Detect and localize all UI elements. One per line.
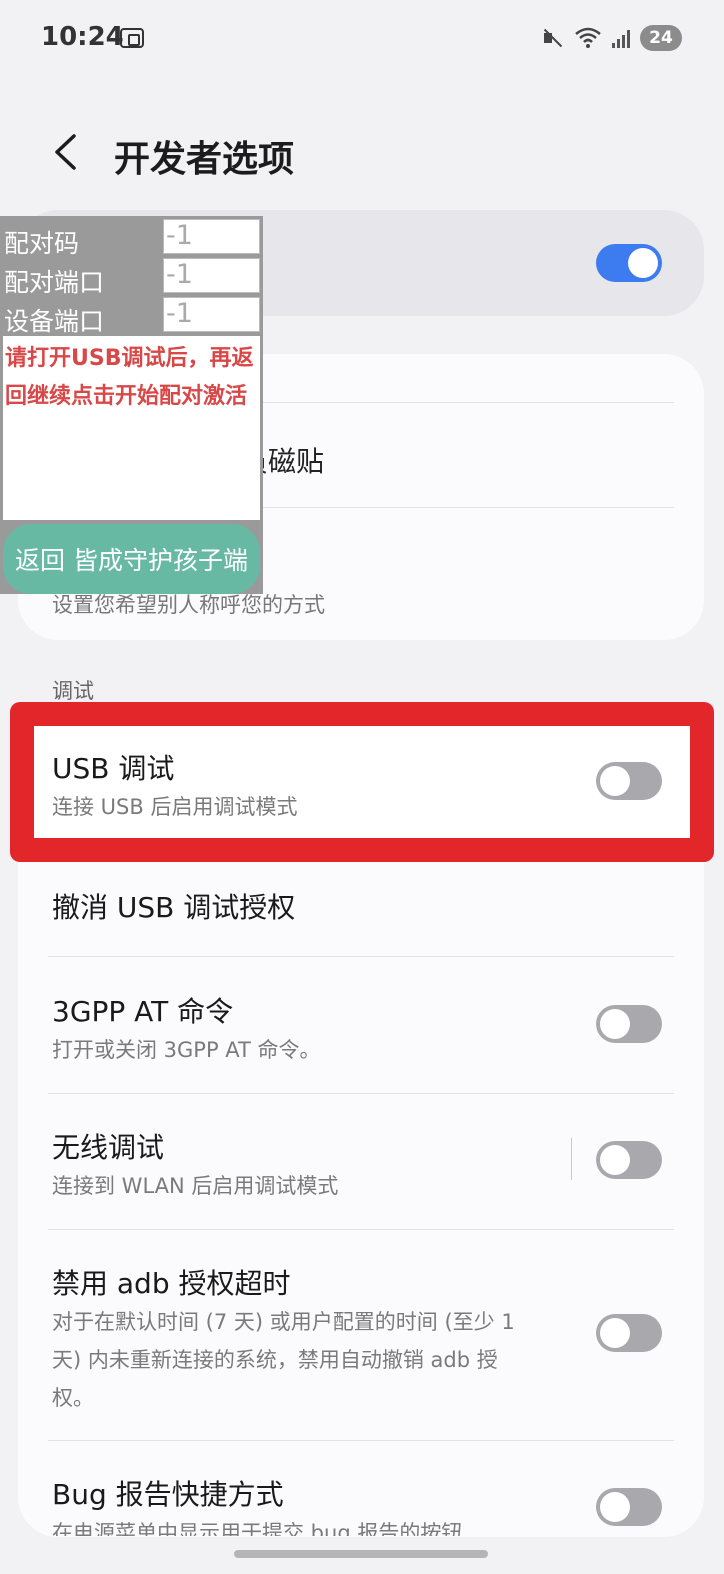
pairing-message-box: 请打开USB调试后，再返回继续点击开始配对激活 bbox=[3, 336, 260, 520]
at-commands-title[interactable]: 3GPP AT 命令 bbox=[52, 990, 233, 1030]
page-title: 开发者选项 bbox=[114, 139, 295, 180]
divider bbox=[48, 956, 674, 957]
device-port-label: 设备端口 bbox=[4, 307, 105, 336]
mute-icon bbox=[540, 26, 564, 50]
vertical-separator bbox=[571, 1138, 572, 1180]
usb-debugging-subtitle: 连接 USB 后启用调试模式 bbox=[52, 795, 298, 819]
home-indicator[interactable] bbox=[234, 1550, 488, 1558]
screenshot-icon bbox=[120, 28, 144, 48]
status-icons: 24 bbox=[540, 24, 682, 52]
adb-timeout-subtitle-line-3: 权。 bbox=[52, 1386, 94, 1410]
status-time: 10:24 bbox=[41, 22, 124, 52]
pair-port-label: 配对端口 bbox=[4, 268, 105, 297]
wireless-debugging-title[interactable]: 无线调试 bbox=[52, 1126, 164, 1166]
adb-timeout-subtitle-line-2: 天) 内未重新连接的系统，禁用自动撤销 adb 授 bbox=[52, 1348, 498, 1372]
pair-code-label: 配对码 bbox=[4, 229, 80, 258]
usb-debugging-toggle[interactable] bbox=[596, 762, 662, 800]
divider bbox=[48, 1440, 674, 1441]
divider bbox=[48, 1229, 674, 1230]
return-to-app-button[interactable]: 返回 皆成守护孩子端 bbox=[3, 524, 260, 594]
battery-indicator: 24 bbox=[640, 25, 682, 51]
section-label-debugging: 调试 bbox=[52, 679, 94, 703]
at-commands-subtitle: 打开或关闭 3GPP AT 命令。 bbox=[52, 1038, 321, 1062]
adb-timeout-subtitle-line-1: 对于在默认时间 (7 天) 或用户配置的时间 (至少 1 bbox=[52, 1310, 515, 1334]
pairing-overlay-panel: 配对码 -1 配对端口 -1 设备端口 -1 请打开USB调试后，再返回继续点击… bbox=[0, 216, 263, 594]
divider bbox=[48, 1093, 674, 1094]
developer-options-toggle[interactable] bbox=[596, 244, 662, 282]
adb-timeout-title[interactable]: 禁用 adb 授权超时 bbox=[52, 1262, 291, 1302]
pair-port-input[interactable]: -1 bbox=[163, 258, 260, 293]
usb-debugging-title: USB 调试 bbox=[52, 752, 175, 785]
device-port-input[interactable]: -1 bbox=[163, 297, 260, 332]
toggle-knob bbox=[628, 248, 658, 278]
bug-report-shortcut-title[interactable]: Bug 报告快捷方式 bbox=[52, 1473, 284, 1513]
at-commands-toggle[interactable] bbox=[596, 1005, 662, 1043]
signal-icon bbox=[612, 28, 630, 48]
wireless-debugging-toggle[interactable] bbox=[596, 1141, 662, 1179]
status-bar: 10:24 24 bbox=[0, 0, 724, 76]
back-arrow-icon[interactable] bbox=[52, 133, 78, 171]
pair-code-input[interactable]: -1 bbox=[163, 219, 260, 254]
bug-report-shortcut-subtitle: 在电源菜单中显示用于提交 bug 报告的按钮 bbox=[52, 1521, 463, 1536]
wifi-icon bbox=[575, 27, 601, 48]
wireless-debugging-subtitle: 连接到 WLAN 后启用调试模式 bbox=[52, 1174, 339, 1198]
bug-report-shortcut-toggle[interactable] bbox=[596, 1488, 662, 1526]
adb-timeout-toggle[interactable] bbox=[596, 1314, 662, 1352]
revoke-usb-debugging-item[interactable]: 撤消 USB 调试授权 bbox=[52, 886, 295, 926]
pairing-instruction-text: 请打开USB调试后，再返回继续点击开始配对激活 bbox=[5, 346, 254, 409]
